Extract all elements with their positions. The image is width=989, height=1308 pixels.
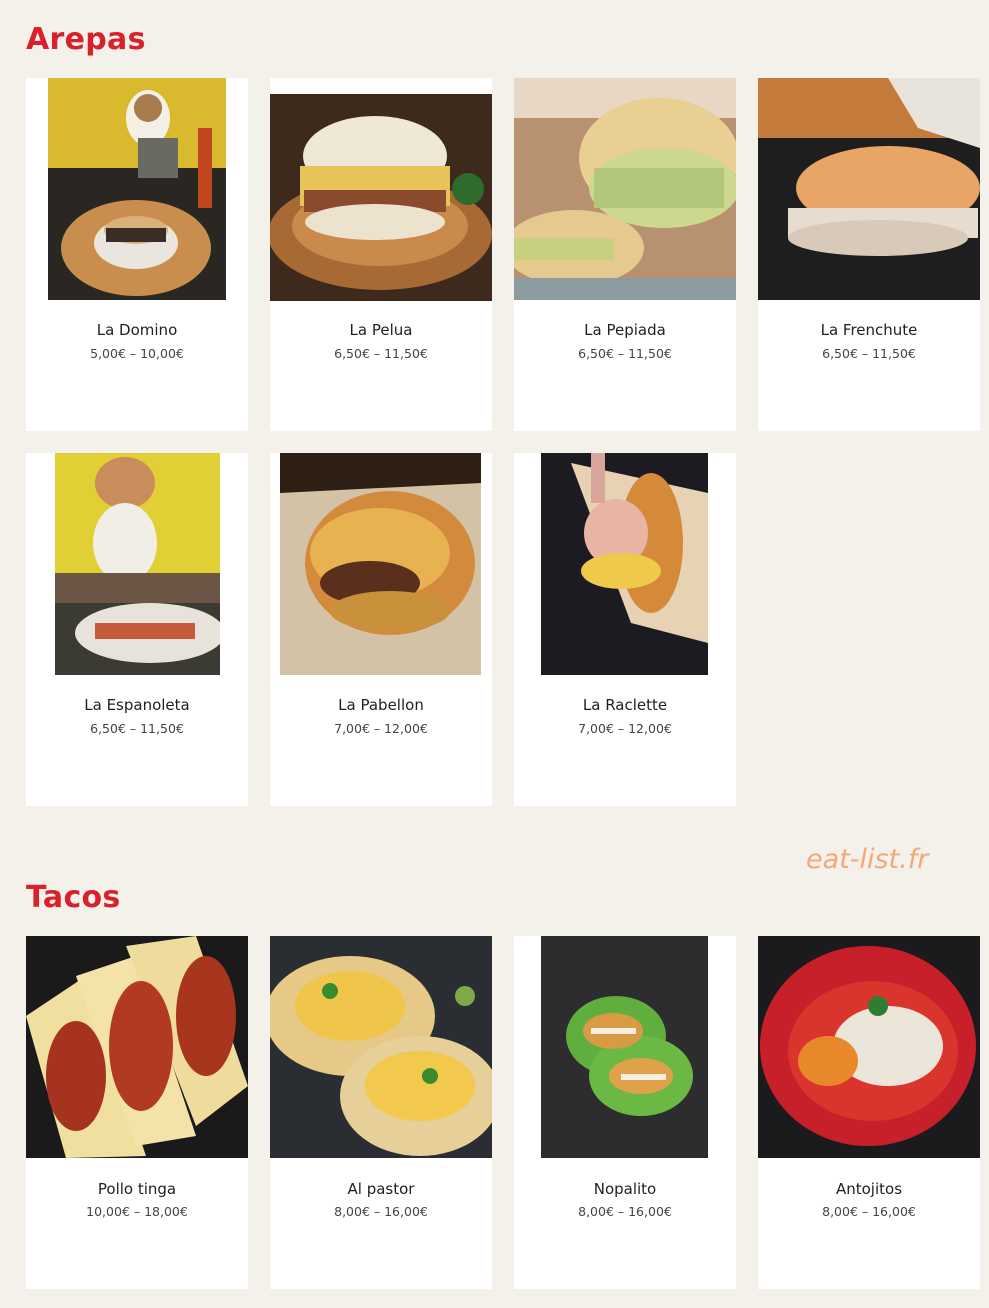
product-card-la-raclette[interactable]: La Raclette 7,00€ – 12,00€ [514, 453, 736, 806]
watermark: eat-list.fr [806, 844, 929, 875]
product-image-la-domino[interactable] [48, 78, 226, 300]
product-price: 5,00€ – 10,00€ [90, 346, 184, 361]
product-price: 7,00€ – 12,00€ [334, 721, 428, 736]
product-name[interactable]: La Frenchute [758, 321, 980, 339]
product-price: 6,50€ – 11,50€ [578, 346, 672, 361]
product-name[interactable]: Antojitos [758, 1180, 980, 1198]
product-name[interactable]: Nopalito [514, 1180, 736, 1198]
product-name[interactable]: Al pastor [270, 1180, 492, 1198]
product-image-pollo-tinga[interactable] [26, 936, 248, 1158]
product-price: 6,50€ – 11,50€ [90, 721, 184, 736]
product-image-antojitos[interactable] [758, 936, 980, 1158]
product-card-la-domino[interactable]: La Domino 5,00€ – 10,00€ [26, 78, 248, 431]
product-price: 8,00€ – 16,00€ [822, 1204, 916, 1219]
product-name[interactable]: La Domino [26, 321, 248, 339]
section-title-tacos: Tacos [26, 880, 121, 915]
product-name[interactable]: Pollo tinga [26, 1180, 248, 1198]
product-name[interactable]: La Espanoleta [26, 696, 248, 714]
product-image-la-raclette[interactable] [541, 453, 708, 675]
product-name[interactable]: La Pepiada [514, 321, 736, 339]
product-card-la-espanoleta[interactable]: La Espanoleta 6,50€ – 11,50€ [26, 453, 248, 806]
product-name[interactable]: La Raclette [514, 696, 736, 714]
product-price: 8,00€ – 16,00€ [334, 1204, 428, 1219]
product-card-la-frenchute[interactable]: La Frenchute 6,50€ – 11,50€ [758, 78, 980, 431]
product-price: 6,50€ – 11,50€ [822, 346, 916, 361]
product-card-pollo-tinga[interactable]: Pollo tinga 10,00€ – 18,00€ [26, 936, 248, 1289]
product-price: 6,50€ – 11,50€ [334, 346, 428, 361]
product-price: 7,00€ – 12,00€ [578, 721, 672, 736]
product-image-la-pepiada[interactable] [514, 78, 736, 300]
product-card-al-pastor[interactable]: Al pastor 8,00€ – 16,00€ [270, 936, 492, 1289]
product-name[interactable]: La Pelua [270, 321, 492, 339]
product-card-antojitos[interactable]: Antojitos 8,00€ – 16,00€ [758, 936, 980, 1289]
product-image-nopalito[interactable] [541, 936, 708, 1158]
product-price: 10,00€ – 18,00€ [86, 1204, 188, 1219]
product-card-la-pelua[interactable]: La Pelua 6,50€ – 11,50€ [270, 78, 492, 431]
section-title-arepas: Arepas [26, 22, 146, 57]
product-card-la-pepiada[interactable]: La Pepiada 6,50€ – 11,50€ [514, 78, 736, 431]
product-card-nopalito[interactable]: Nopalito 8,00€ – 16,00€ [514, 936, 736, 1289]
product-price: 8,00€ – 16,00€ [578, 1204, 672, 1219]
product-image-la-pabellon[interactable] [280, 453, 481, 675]
product-name[interactable]: La Pabellon [270, 696, 492, 714]
product-image-la-frenchute[interactable] [758, 78, 980, 300]
product-image-al-pastor[interactable] [270, 936, 492, 1158]
product-card-la-pabellon[interactable]: La Pabellon 7,00€ – 12,00€ [270, 453, 492, 806]
product-image-la-pelua[interactable] [270, 94, 492, 301]
product-image-la-espanoleta[interactable] [55, 453, 220, 675]
